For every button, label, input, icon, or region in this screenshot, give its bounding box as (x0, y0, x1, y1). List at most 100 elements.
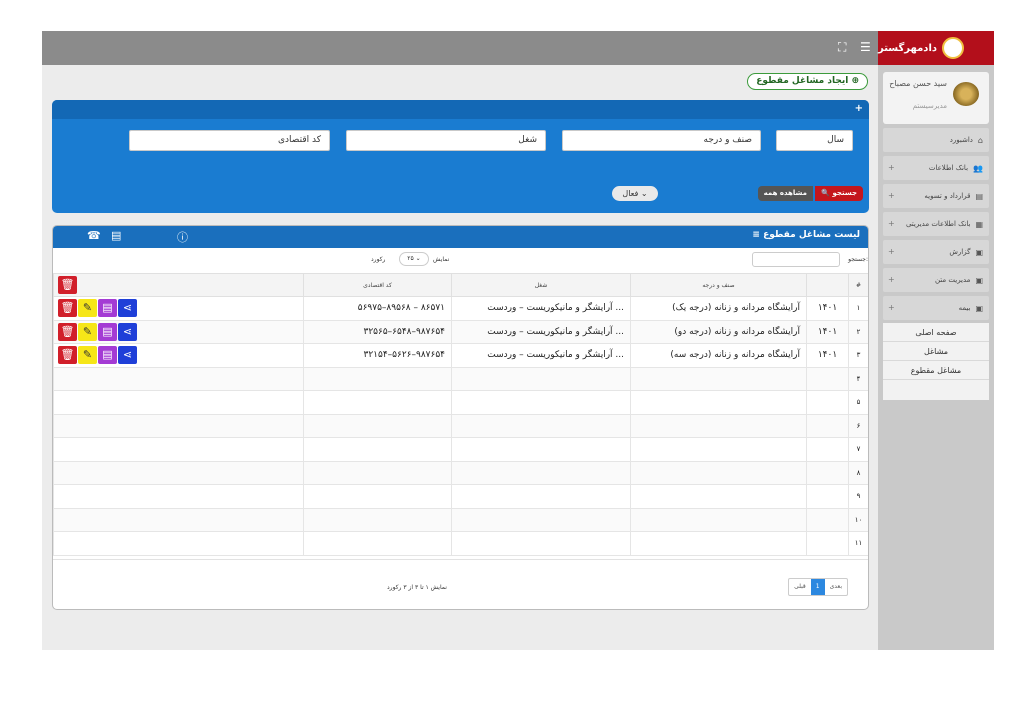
submenu-item-1[interactable]: مشاغل (883, 342, 989, 361)
sidebar-item-label: داشبورد (949, 136, 973, 144)
cell-index: ۲ (848, 319, 868, 344)
user-role: مدیرسیستم (912, 102, 947, 110)
table-search-input[interactable] (752, 252, 840, 267)
header-year[interactable] (806, 273, 849, 297)
pagination: بعدی 1 قبلی (788, 578, 848, 596)
cell-year (806, 531, 849, 556)
cell-job (451, 484, 631, 509)
document-icon[interactable]: ▤ (98, 299, 117, 318)
collapse-plus-icon[interactable]: + (855, 103, 863, 114)
table-row: ۸ (53, 460, 868, 485)
row-actions: 🗑 ✎ ▤ ⋖ (53, 296, 304, 321)
sidebar-item-label: بانک اطلاعات (928, 164, 969, 172)
expand-plus-icon: + (888, 247, 895, 256)
sidebar-item-1[interactable]: + بانک اطلاعات 👥 (883, 156, 989, 180)
edit-icon[interactable]: ✎ (78, 299, 97, 318)
econ-code-field[interactable]: کد اقتصادی (129, 130, 330, 151)
calendar-icon: ▣ (975, 247, 983, 257)
share-icon[interactable]: ⋖ (118, 322, 137, 341)
table-row: ۹ (53, 484, 868, 509)
row-actions: 🗑 ✎ ▤ ⋖ (53, 319, 304, 344)
delete-icon[interactable]: 🗑 (58, 346, 77, 365)
row-actions (53, 460, 304, 485)
delete-icon[interactable]: 🗑 (58, 299, 77, 318)
printer-icon[interactable]: ▤ (111, 229, 121, 242)
cell-job: آرایشگر و مانیکوریست – وردست ... (451, 343, 631, 368)
cell-year (806, 460, 849, 485)
header-index[interactable]: # (848, 273, 868, 297)
header-grade[interactable]: صنف و درجه (630, 273, 807, 297)
header-job[interactable]: شغل (451, 273, 631, 297)
submenu-item-2[interactable]: مشاغل مقطوع (883, 361, 989, 380)
delete-all-trash-icon[interactable]: 🗑 (58, 276, 77, 294)
cell-grade: آرایشگاه مردانه و زنانه (درجه دو) (630, 319, 807, 344)
submenu-item-0[interactable]: صفحه اصلی (883, 323, 989, 342)
jobs-table: 🗑 کد اقتصادی شغل صنف و درجه # 🗑 ✎ ▤ ⋖ ۵۶۹۷۵–… (53, 273, 868, 556)
expand-plus-icon: + (888, 275, 895, 284)
document-icon[interactable]: ▤ (98, 346, 117, 365)
brand-logo-icon (942, 37, 964, 59)
sidebar-item-4[interactable]: + گزارش ▣ (883, 240, 989, 264)
cell-index: ۱۰ (848, 507, 868, 532)
edit-icon[interactable]: ✎ (78, 322, 97, 341)
phone-icon[interactable]: ☎ (87, 229, 101, 242)
pager-next[interactable]: بعدی (825, 579, 847, 595)
table-row: 🗑 ✎ ▤ ⋖ ۳۲۱۵۴–۵۶۲۶–۹۸۷۶۵۴ آرایشگر و مانیکوریس… (53, 343, 868, 368)
sidebar-item-label: مدیریت متن (934, 276, 971, 284)
cell-index: ۴ (848, 366, 868, 391)
expand-plus-icon: + (888, 219, 895, 228)
edit-icon[interactable]: ✎ (78, 346, 97, 365)
sidebar-item-label: گزارش (949, 248, 971, 256)
year-field[interactable]: سال (776, 130, 853, 151)
table-header-row: 🗑 کد اقتصادی شغل صنف و درجه # (53, 273, 868, 297)
table-row: ۵ (53, 390, 868, 415)
cell-econ-code: ۳۲۱۵۴–۵۶۲۶–۹۸۷۶۵۴ (303, 343, 452, 368)
cell-grade (630, 531, 807, 556)
sidebar-item-0[interactable]: داشبورد ⌂ (883, 128, 989, 152)
pager-current[interactable]: 1 (810, 579, 825, 595)
cell-year (806, 413, 849, 438)
delete-icon[interactable]: 🗑 (58, 322, 77, 341)
cell-year (806, 437, 849, 462)
share-icon[interactable]: ⋖ (118, 346, 137, 365)
cell-year (806, 507, 849, 532)
cell-year (806, 366, 849, 391)
row-actions (53, 484, 304, 509)
table-row: 🗑 ✎ ▤ ⋖ ۵۶۹۷۵–۸۹۵۶۸ – ۸۶۵۷۱ آرایشگر و مانیکور… (53, 296, 868, 321)
share-icon[interactable]: ⋖ (118, 299, 137, 318)
header-econ-code[interactable]: کد اقتصادی (303, 273, 452, 297)
cell-job: آرایشگر و مانیکوریست – وردست ... (451, 296, 631, 321)
page-size-select[interactable]: ۲۵ ⌄ (399, 252, 429, 266)
status-select[interactable]: فعال ⌄ (612, 186, 658, 201)
user-name: سید حسن مصباح (889, 79, 947, 88)
hamburger-menu-icon[interactable]: ☰ (860, 40, 871, 54)
row-actions (53, 390, 304, 415)
cell-job (451, 413, 631, 438)
pager-prev[interactable]: قبلی (789, 579, 811, 595)
job-field[interactable]: شغل (346, 130, 546, 151)
info-icon[interactable]: ⓘ (177, 229, 188, 245)
sidebar-item-label: قرارداد و تسویه (924, 192, 971, 200)
cell-econ-code: ۳۲۵۶۵–۶۵۴۸–۹۸۷۶۵۴ (303, 319, 452, 344)
cell-grade (630, 390, 807, 415)
cell-econ-code (303, 531, 452, 556)
cell-grade (630, 413, 807, 438)
document-icon[interactable]: ▤ (98, 322, 117, 341)
cell-year: ۱۴۰۱ (806, 296, 849, 321)
list-panel: ≡ لیست مشاغل مقطوع ⓘ ▤ ☎ رکورد ۲۵ ⌄ نمای… (52, 225, 869, 610)
document-icon: ▤ (975, 191, 983, 201)
sidebar-item-3[interactable]: + بانک اطلاعات مدیریتی ▦ (883, 212, 989, 236)
app-window: ⛶ ☰ دادمهرگستر سید حسن مصباح مدیرسیستم د… (42, 31, 994, 650)
fullscreen-icon[interactable]: ⛶ (838, 40, 846, 54)
grade-field[interactable]: صنف و درجه (562, 130, 761, 151)
table-row: ۶ (53, 413, 868, 438)
sidebar-item-5[interactable]: + مدیریت متن ▣ (883, 268, 989, 292)
sidebar-item-6[interactable]: + بیمه ▣ (883, 296, 989, 320)
cell-job (451, 390, 631, 415)
cell-index: ۱ (848, 296, 868, 321)
expand-plus-icon: + (888, 191, 895, 200)
view-all-button[interactable]: مشاهده همه (757, 186, 813, 201)
sidebar-item-label: بیمه (958, 304, 971, 312)
search-button[interactable]: 🔍 جستجو (815, 186, 863, 201)
sidebar-item-2[interactable]: + قرارداد و تسویه ▤ (883, 184, 989, 208)
